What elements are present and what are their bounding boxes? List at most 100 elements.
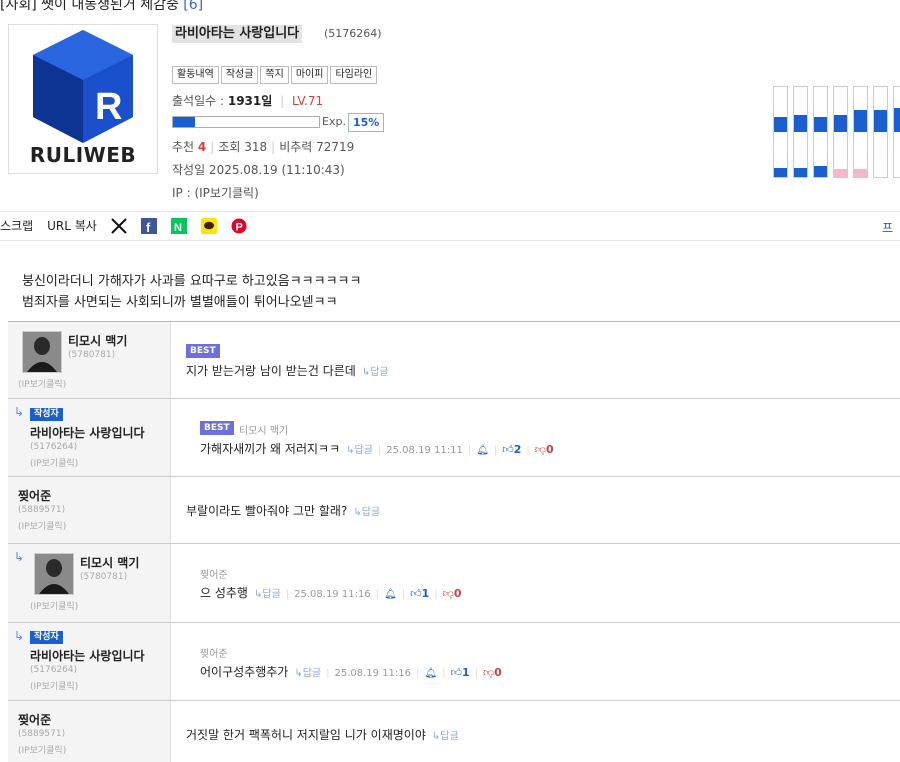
comment-author-name[interactable]: 찢어준: [18, 487, 51, 504]
exp-percent: 15%: [348, 113, 385, 132]
comment-time: 25.08.19 11:16: [334, 668, 412, 679]
downvote-count: 0: [545, 443, 554, 456]
graph-down-bar: [774, 167, 787, 177]
avatar[interactable]: [34, 553, 74, 595]
graph-up-bar: [854, 110, 867, 132]
comment-author-name[interactable]: 라비아타는 사랑입니다: [30, 424, 145, 441]
thumbs-down-icon[interactable]: 👎︎: [483, 666, 494, 679]
exp-label: Exp.: [322, 115, 346, 128]
thumbs-down-icon[interactable]: 👎︎: [535, 443, 546, 456]
reply-button[interactable]: ↳답글: [362, 367, 389, 378]
pinterest-icon[interactable]: P: [231, 218, 247, 234]
x-icon[interactable]: [111, 217, 127, 234]
graph-column: [833, 86, 848, 178]
comment-author-panel: ↳ 티모시 맥기 (5780781) (IP보기클릭): [8, 544, 171, 622]
comment-time: 25.08.19 11:16: [294, 589, 371, 600]
comment-author-name[interactable]: 티모시 맥기: [68, 332, 127, 349]
avatar[interactable]: [22, 331, 62, 373]
bell-icon[interactable]: 🔔︎: [384, 589, 397, 600]
kakaotalk-icon[interactable]: [200, 217, 217, 234]
thumbs-up-icon[interactable]: 👍︎: [502, 443, 514, 456]
recommend-value: 4: [197, 140, 207, 154]
reply-target-name: 찢어준: [200, 649, 228, 660]
reply-target-name: 티모시 맥기: [239, 426, 289, 437]
attendance-info: 출석일수 : 1931일 | LV.71: [172, 94, 324, 108]
comment-text-line: 으 성추행 ↳답글 | 25.08.19 11:16 | 🔔︎ | 👍︎1 | 👎︎0: [200, 586, 462, 600]
reply-button[interactable]: ↳답글: [432, 731, 459, 742]
comment-author-id: (5780781): [68, 350, 116, 360]
recommend-label: 추천: [172, 140, 195, 154]
tab-activity[interactable]: 활동내역: [172, 66, 219, 84]
reply-arrow-icon: ↳: [14, 405, 25, 419]
comment-author-id: (5176264): [30, 442, 78, 452]
graph-up-bar: [774, 117, 787, 132]
post-stats: 추천 4 | 조회 318 | 비추력 72719: [172, 140, 355, 154]
tab-timeline[interactable]: 타임라인: [330, 66, 378, 84]
reply-button[interactable]: ↳답글: [254, 589, 281, 600]
divider: [0, 211, 900, 212]
comment-ip[interactable]: (IP보기클릭): [18, 377, 66, 390]
post-title-text: [사회] 쨋이 내동생된거 체감중: [0, 0, 179, 13]
comment-row: ↳ 티모시 맥기 (5780781) (IP보기클릭) 찢어준 으 성추행 ↳답글…: [8, 544, 900, 623]
graph-down-bar: [794, 167, 807, 177]
tab-mypi[interactable]: 마이피: [290, 66, 329, 84]
reply-arrow-icon: ↳: [14, 629, 25, 643]
graph-up-bar: [814, 117, 827, 132]
tab-posts[interactable]: 작성글: [220, 66, 259, 84]
reply-button[interactable]: ↳답글: [353, 507, 380, 518]
upvote-count: 2: [513, 443, 522, 456]
naver-icon[interactable]: N: [170, 217, 187, 234]
facebook-icon[interactable]: f: [140, 217, 157, 235]
best-badge: BEST: [200, 421, 234, 435]
comment-ip[interactable]: (IP보기클릭): [30, 599, 78, 612]
comment-row: 찢어준 (5889571) (IP보기클릭) 거짓말 한거 팩폭허니 저지랄임 …: [8, 701, 900, 762]
graph-up-bar: [894, 108, 900, 132]
comment-ip[interactable]: (IP보기클릭): [18, 743, 66, 756]
comment-ip[interactable]: (IP보기클릭): [30, 456, 78, 469]
author-nickname[interactable]: 라비아타는 사랑입니다: [172, 25, 303, 43]
comment-author-name[interactable]: 찢어준: [18, 711, 51, 728]
author-badge: 작성자: [30, 408, 63, 421]
views-label: 조회 318: [218, 140, 268, 154]
comment-author-id: (5780781): [80, 572, 128, 582]
tab-message[interactable]: 쪽지: [260, 66, 289, 84]
scrap-button[interactable]: 스크랩: [0, 217, 33, 234]
logo-text: RULIWEB: [29, 143, 137, 167]
level-value: LV.71: [292, 94, 324, 108]
url-copy-button[interactable]: URL 복사: [47, 217, 97, 234]
post-date: 작성일 2025.08.19 (11:10:43): [172, 163, 345, 177]
thumbs-down-icon[interactable]: 👎︎: [443, 587, 454, 600]
share-toolbar: 스크랩 URL 복사 f N P: [0, 217, 261, 235]
attendance-label: 출석일수 :: [172, 94, 228, 108]
comment-author-name[interactable]: 라비아타는 사랑입니다: [30, 647, 145, 664]
thumbs-up-icon[interactable]: 👍︎: [410, 587, 422, 600]
comment-author-name[interactable]: 티모시 맥기: [80, 554, 139, 571]
comment-count[interactable]: [6]: [183, 0, 203, 13]
graph-column: [853, 86, 868, 178]
comment-row: 티모시 맥기 (5780781) (IP보기클릭) BEST 지가 받는거랑 남…: [8, 322, 900, 399]
post-ip[interactable]: IP : (IP보기클릭): [172, 184, 259, 201]
comment-text: 으 성추행: [200, 586, 248, 600]
comment-text-line: 지가 받는거랑 남이 받는건 다른데 ↳답글: [186, 362, 389, 379]
reply-button[interactable]: ↳답글: [294, 668, 321, 679]
comment-text: 부랄이라도 빨아줘야 그만 할래?: [186, 504, 348, 518]
comment-text-line: 부랄이라도 빨아줘야 그만 할래? ↳답글: [186, 502, 380, 519]
svg-text:R: R: [95, 86, 122, 128]
exp-bar-fill: [173, 117, 195, 127]
activity-graph: [773, 86, 900, 178]
comment-text: 지가 받는거랑 남이 받는건 다른데: [186, 364, 356, 378]
author-badge: 작성자: [30, 631, 63, 644]
bell-icon[interactable]: 🔔︎: [476, 445, 489, 456]
ratio-label: 비추력 72719: [279, 140, 355, 154]
comment-ip[interactable]: (IP보기클릭): [30, 679, 78, 692]
bell-icon[interactable]: 🔔︎: [424, 668, 437, 679]
thumbs-up-icon[interactable]: 👍︎: [450, 666, 462, 679]
reply-button[interactable]: ↳답글: [346, 445, 373, 456]
comment-ip[interactable]: (IP보기클릭): [18, 519, 66, 532]
comment-author-panel: ↳ 작성자 라비아타는 사랑입니다 (5176264) (IP보기클릭): [8, 399, 171, 476]
toolbar-right-link[interactable]: 프: [882, 219, 893, 236]
comment-row: 찢어준 (5889571) (IP보기클릭) 부랄이라도 빨아줘야 그만 할래?…: [8, 477, 900, 544]
divider: [0, 240, 900, 241]
graph-column: [813, 86, 828, 178]
graph-down-bar: [834, 169, 847, 177]
